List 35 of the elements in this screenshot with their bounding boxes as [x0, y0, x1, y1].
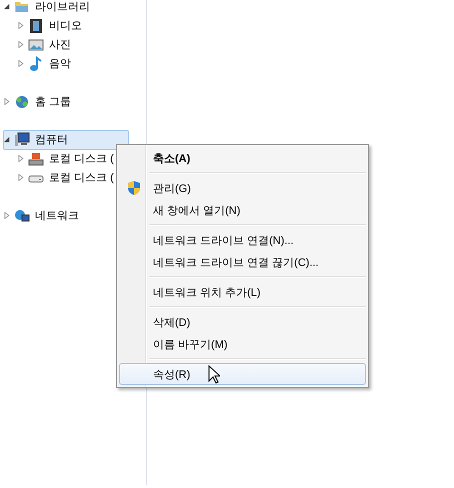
- expand-arrow-icon[interactable]: [18, 174, 25, 181]
- tree-item[interactable]: 라이브러리: [3, 0, 97, 16]
- picture-frame-icon: [28, 36, 44, 52]
- disk-drive-icon: [28, 150, 44, 166]
- expand-arrow-icon[interactable]: [18, 41, 25, 48]
- expand-arrow-icon[interactable]: [18, 60, 25, 67]
- tree-item[interactable]: 로컬 디스크 (: [17, 168, 121, 188]
- tree-item[interactable]: 음악: [17, 54, 78, 74]
- menu-item[interactable]: 네트워크 위치 추가(L): [119, 281, 366, 303]
- collapse-arrow-icon[interactable]: [4, 3, 11, 10]
- folder-icon: [14, 0, 30, 14]
- menu-item[interactable]: 관리(G): [119, 177, 366, 199]
- network-icon: [14, 208, 30, 224]
- menu-item[interactable]: 축소(A): [119, 147, 366, 169]
- menu-item[interactable]: 이름 바꾸기(M): [119, 333, 366, 355]
- menu-item[interactable]: 네트워크 드라이브 연결 끊기(C)...: [119, 251, 366, 273]
- tree-item[interactable]: 비디오: [17, 16, 89, 36]
- tree-item[interactable]: 컴퓨터: [3, 130, 129, 150]
- music-note-icon: [28, 56, 44, 72]
- tree-item[interactable]: 네트워크: [3, 206, 86, 226]
- menu-item[interactable]: 삭제(D): [119, 311, 366, 333]
- mouse-pointer-icon: [208, 365, 220, 384]
- menu-item[interactable]: 새 창에서 열기(N): [119, 199, 366, 221]
- film-icon: [28, 18, 44, 34]
- menu-item[interactable]: 속성(R): [119, 363, 366, 385]
- menu-item[interactable]: 네트워크 드라이브 연결(N)...: [119, 229, 366, 251]
- tree-item[interactable]: 홈 그룹: [3, 92, 78, 112]
- computer-icon: [14, 132, 30, 148]
- expand-arrow-icon[interactable]: [4, 212, 11, 219]
- expand-arrow-icon[interactable]: [18, 22, 25, 29]
- collapse-arrow-icon[interactable]: [4, 136, 11, 143]
- expand-arrow-icon[interactable]: [18, 155, 25, 162]
- shield-icon: [126, 180, 142, 196]
- expand-arrow-icon[interactable]: [4, 98, 11, 105]
- tree-item[interactable]: 사진: [17, 34, 78, 54]
